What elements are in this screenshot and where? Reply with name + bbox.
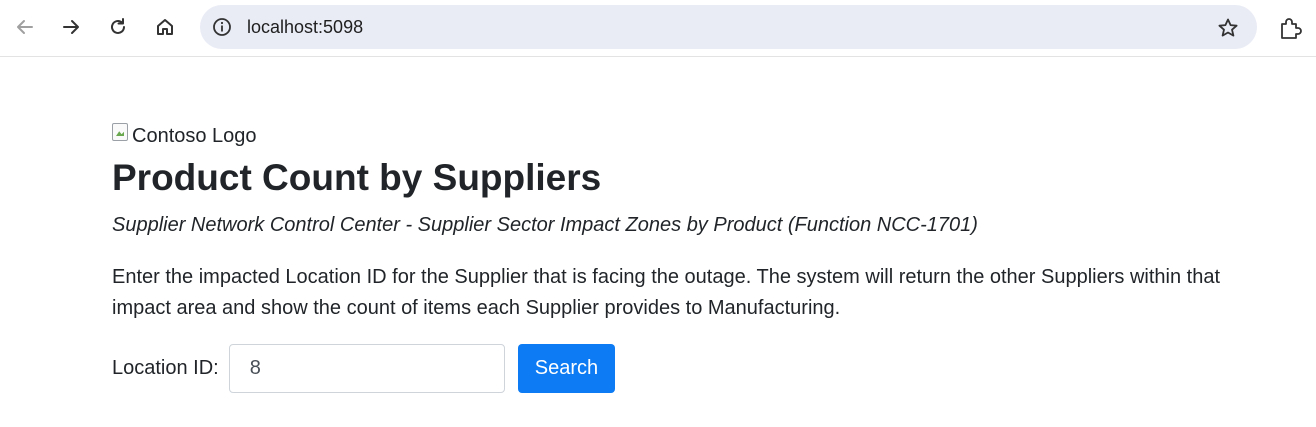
logo-alt-text: Contoso Logo (132, 124, 257, 147)
reload-button[interactable] (101, 10, 135, 44)
logo: Contoso Logo (112, 123, 257, 148)
page-description: Enter the impacted Location ID for the S… (112, 266, 1221, 319)
home-button[interactable] (148, 10, 182, 44)
extensions-icon[interactable] (1278, 15, 1304, 41)
bookmark-star-icon[interactable] (1217, 17, 1239, 39)
forward-icon (63, 20, 79, 34)
location-id-label: Location ID: (112, 357, 219, 379)
url-text[interactable]: localhost:5098 (247, 17, 363, 37)
back-button[interactable] (8, 10, 42, 44)
reload-icon (111, 18, 125, 34)
forward-button[interactable] (54, 10, 88, 44)
address-bar[interactable]: localhost:5098 (200, 5, 1257, 49)
browser-toolbar: localhost:5098 (0, 0, 1316, 57)
home-icon (157, 19, 173, 35)
page-title: Product Count by Suppliers (112, 157, 602, 198)
search-button[interactable]: Search (517, 344, 616, 393)
broken-image-icon (112, 123, 128, 141)
search-form: Location ID: Search (112, 344, 616, 393)
page-subtitle: Supplier Network Control Center - Suppli… (112, 214, 978, 236)
location-id-input[interactable] (228, 344, 505, 393)
back-icon (17, 20, 33, 34)
site-info-icon[interactable] (212, 17, 232, 37)
